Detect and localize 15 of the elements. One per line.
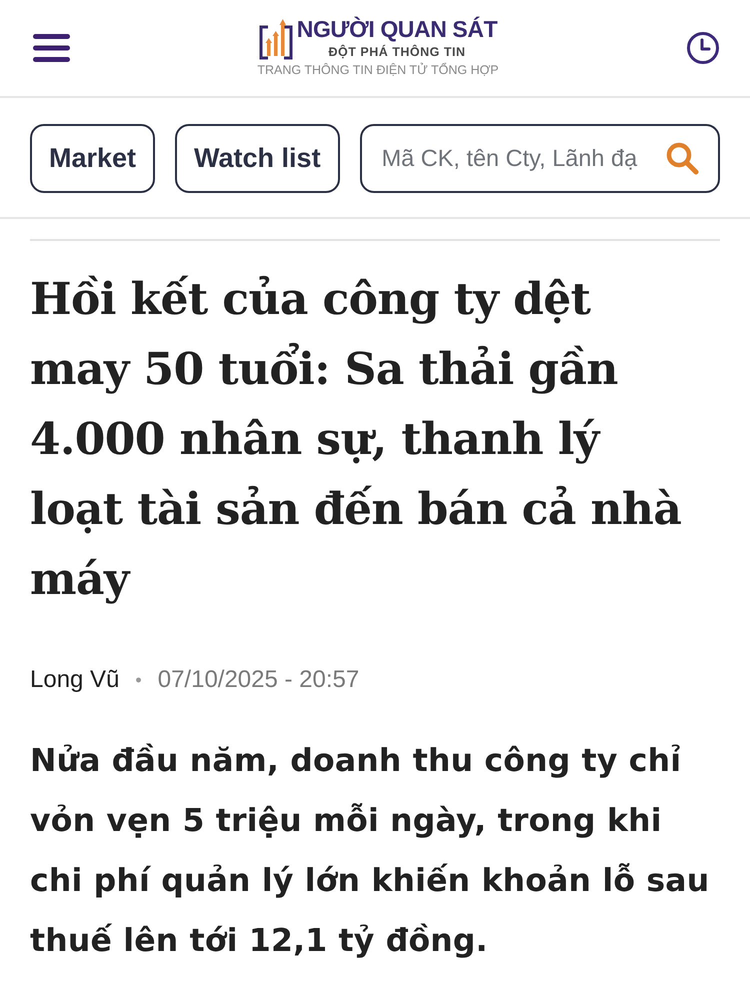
search-field[interactable]: Mã CK, tên Cty, Lãnh đạ <box>360 124 720 193</box>
logo-subtitle: TRANG THÔNG TIN ĐIỆN TỬ TỔNG HỢP <box>257 63 499 78</box>
clock-icon[interactable] <box>686 31 720 65</box>
author-name: Long Vũ <box>30 665 120 695</box>
article-summary: Nửa đầu năm, doanh thu công ty chỉ vỏn vẹn 5 triệu mỗi ngày, trong khi chi phí quản lý lớn khiến khoản lỗ sau thuế lên tới 12,1 tỷ đồng. <box>30 742 710 961</box>
article-title: Hồi kết của công ty dệt may 50 tuổi: Sa thải gần 4.000 nhân sự, thanh lý loạt tài sản đến bán cả nhà máy <box>30 273 682 607</box>
nav-button[interactable]: Market <box>30 124 156 193</box>
logo-chart-icon <box>258 18 293 60</box>
logo-wordmark: NGƯỜI QUAN SÁT <box>296 18 498 41</box>
logo-tagline: ĐỘT PHÁ THÔNG TIN <box>328 45 466 59</box>
separator-dot: • <box>135 669 142 692</box>
search-icon[interactable] <box>665 141 699 175</box>
menu-icon[interactable] <box>33 34 70 62</box>
publish-date: 07/10/2025 - 20:57 <box>158 665 360 695</box>
nav-button[interactable]: Watch list <box>175 124 340 193</box>
